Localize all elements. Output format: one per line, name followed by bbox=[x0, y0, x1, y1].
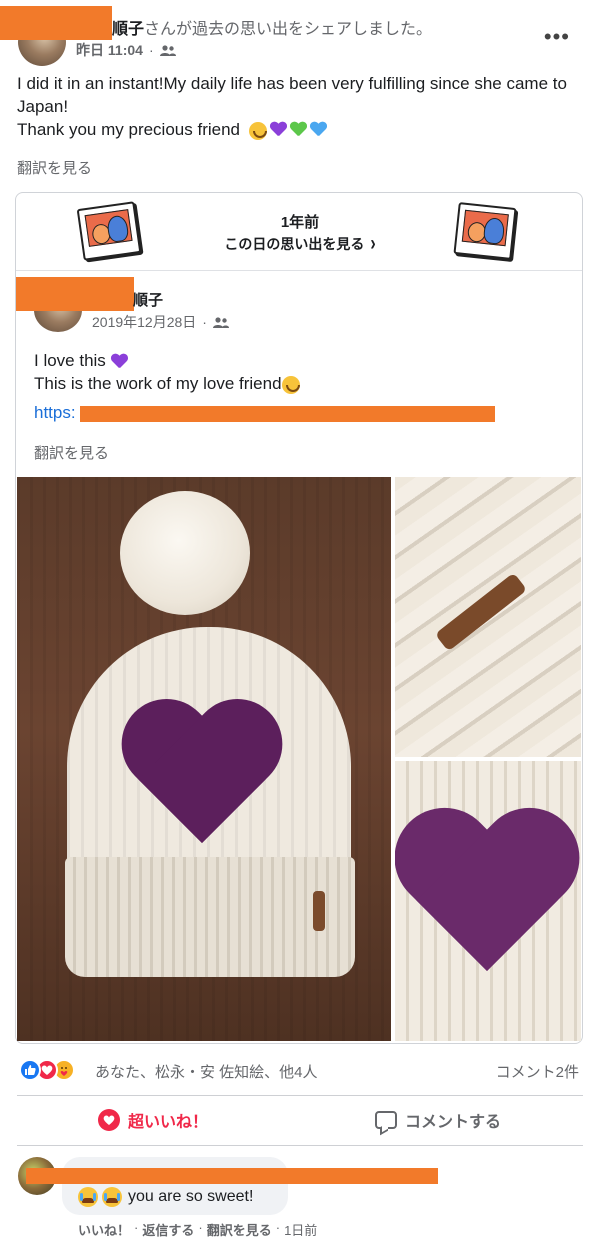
pompom bbox=[120, 491, 250, 615]
photo-tag-closeup[interactable] bbox=[395, 477, 581, 757]
reaction-names[interactable]: あなた、松永・安 佐知絵、他4人 bbox=[95, 1061, 318, 1082]
comment-like-link[interactable]: いいね！ bbox=[78, 1220, 130, 1239]
like-icon bbox=[19, 1059, 41, 1081]
comment-translate-link[interactable]: 翻訳を見る bbox=[207, 1220, 272, 1239]
comment-actions: いいね！ · 返信する · 翻訳を見る · 1日前 bbox=[78, 1220, 317, 1239]
redaction-bar bbox=[80, 406, 495, 422]
dot-separator: · bbox=[275, 1220, 281, 1235]
photo-heart-closeup[interactable] bbox=[395, 761, 581, 1041]
leather-tag bbox=[313, 891, 325, 931]
comment-bubble-icon bbox=[375, 1111, 397, 1129]
leather-tag bbox=[434, 572, 528, 652]
love-icon bbox=[98, 1109, 120, 1131]
post-time[interactable]: 昨日 11:04 bbox=[76, 40, 143, 60]
smile-emoji-icon bbox=[281, 375, 300, 394]
post-meta: 昨日 11:04 · bbox=[76, 40, 176, 60]
crying-face-icon bbox=[78, 1187, 98, 1207]
meta-separator: · bbox=[148, 42, 154, 58]
share-line: 順子さんが過去の思い出をシェアしました。 bbox=[112, 15, 432, 39]
crying-face-icon bbox=[102, 1187, 122, 1207]
kiss-illustration-icon bbox=[453, 202, 517, 260]
original-text-line2: This is the work of my love friend bbox=[34, 374, 282, 393]
see-translation-link[interactable]: 翻訳を見る bbox=[17, 157, 92, 178]
comment-text: you are so sweet! bbox=[78, 1187, 253, 1207]
purple-heart-icon bbox=[270, 122, 287, 138]
friends-icon bbox=[159, 44, 176, 56]
emoji-row bbox=[248, 121, 327, 140]
divider bbox=[17, 1145, 583, 1146]
memory-share-post: 順子さんが過去の思い出をシェアしました。 昨日 11:04 · ••• I di… bbox=[0, 0, 600, 1243]
author-name[interactable]: 順子 bbox=[112, 21, 144, 38]
divider bbox=[17, 1095, 583, 1096]
post-text-line1: I did it in an instant!My daily life has… bbox=[17, 74, 567, 116]
comment-reply-link[interactable]: 返信する bbox=[142, 1220, 194, 1239]
photo-knit-hat[interactable] bbox=[17, 477, 391, 1041]
see-translation-link[interactable]: 翻訳を見る bbox=[34, 442, 109, 463]
redaction-bar bbox=[0, 6, 112, 40]
hat-brim bbox=[65, 857, 355, 977]
memory-header[interactable]: 1年前 この日の思い出を見る › bbox=[16, 193, 582, 271]
heart-pattern bbox=[399, 811, 581, 941]
comment-time[interactable]: 1日前 bbox=[284, 1220, 317, 1239]
post-text-line2: Thank you my precious friend bbox=[17, 120, 240, 139]
original-date[interactable]: 2019年12月28日 bbox=[92, 312, 196, 332]
original-author-name[interactable]: 順子 bbox=[133, 289, 163, 310]
purple-heart-icon bbox=[111, 354, 128, 370]
green-heart-icon bbox=[290, 122, 307, 138]
dot-separator: · bbox=[198, 1220, 203, 1235]
love-button-label: 超いいね！ bbox=[128, 1114, 209, 1131]
see-memories-label: この日の思い出を見る bbox=[224, 236, 365, 252]
reaction-icons[interactable] bbox=[19, 1059, 75, 1081]
original-text-line1: I love this bbox=[34, 351, 106, 370]
chevron-right-icon: › bbox=[370, 233, 376, 256]
blue-heart-icon bbox=[310, 122, 327, 138]
love-button[interactable]: 超いいね！ bbox=[98, 1108, 208, 1132]
heart-pattern bbox=[117, 703, 287, 823]
comment-body: you are so sweet! bbox=[128, 1188, 254, 1205]
original-post-text: I love this This is the work of my love … bbox=[34, 349, 300, 395]
comment-count[interactable]: コメント2件 bbox=[496, 1061, 579, 1082]
post-text: I did it in an instant!My daily life has… bbox=[17, 72, 587, 141]
dot-separator: · bbox=[134, 1220, 139, 1235]
redaction-bar bbox=[16, 277, 134, 311]
smile-emoji-icon bbox=[248, 121, 267, 140]
comment-button-label: コメントする bbox=[405, 1114, 502, 1131]
meta-separator: · bbox=[202, 314, 207, 330]
original-meta: 2019年12月28日 · bbox=[92, 312, 229, 332]
share-description: さんが過去の思い出をシェアしました。 bbox=[144, 21, 433, 38]
redaction-bar bbox=[26, 1168, 438, 1184]
external-link[interactable]: https: bbox=[34, 403, 76, 423]
more-icon[interactable]: ••• bbox=[544, 26, 570, 48]
comment-button[interactable]: コメントする bbox=[375, 1108, 501, 1132]
friends-icon bbox=[212, 316, 229, 328]
